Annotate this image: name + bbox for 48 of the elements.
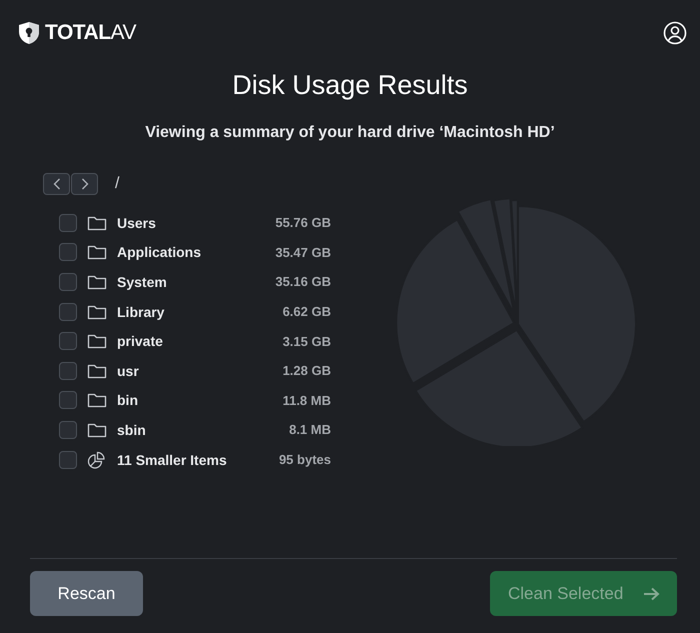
checkbox[interactable]: [59, 214, 77, 232]
arrow-right-icon: [643, 586, 660, 600]
brand-name: TOTALAV: [45, 21, 136, 45]
folder-icon: [87, 274, 107, 290]
page-subtitle: Viewing a summary of your hard drive ‘Macintosh HD’: [144, 124, 556, 142]
account-icon[interactable]: [663, 21, 687, 45]
checkbox[interactable]: [59, 391, 77, 410]
checkbox[interactable]: [59, 243, 77, 262]
item-size: 35.47 GB: [275, 244, 331, 260]
current-path: /: [115, 175, 120, 193]
item-size: 95 bytes: [278, 452, 331, 468]
chevron-right-icon: [80, 178, 88, 190]
forward-button[interactable]: [71, 173, 98, 195]
item-name[interactable]: Applications: [117, 244, 276, 260]
folder-icon: [87, 422, 107, 438]
shield-logo-icon: [18, 21, 40, 45]
checkbox[interactable]: [59, 362, 77, 380]
item-name[interactable]: private: [117, 333, 283, 350]
item-size: 11.8 MB: [282, 392, 331, 408]
item-name[interactable]: 11 Smaller Items: [117, 452, 279, 468]
folder-icon: [87, 244, 107, 260]
checkbox[interactable]: [59, 302, 77, 321]
item-size: 55.76 GB: [275, 215, 331, 230]
rescan-button[interactable]: Rescan: [30, 571, 143, 616]
pie-chart-icon: [87, 450, 106, 469]
item-size: 3.15 GB: [282, 334, 331, 349]
item-size: 8.1 MB: [289, 422, 331, 438]
item-name[interactable]: bin: [117, 392, 283, 408]
item-size: 6.62 GB: [282, 304, 331, 320]
item-name[interactable]: System: [117, 274, 276, 290]
checkbox[interactable]: [59, 420, 77, 439]
item-name[interactable]: sbin: [117, 422, 290, 438]
folder-icon: [87, 304, 107, 320]
checkbox[interactable]: [59, 332, 77, 350]
folder-icon: [87, 362, 107, 379]
checkbox[interactable]: [59, 450, 77, 469]
item-name[interactable]: Users: [117, 214, 276, 231]
folder-icon: [87, 392, 107, 408]
item-name[interactable]: Library: [117, 304, 283, 320]
item-name[interactable]: usr: [117, 362, 283, 379]
page-title: Disk Usage Results: [231, 70, 469, 101]
folder-icon: [87, 214, 107, 231]
checkbox[interactable]: [59, 272, 77, 291]
item-size: 35.16 GB: [275, 274, 331, 290]
chevron-left-icon: [52, 178, 60, 190]
item-size: 1.28 GB: [282, 363, 331, 378]
folder-icon: [87, 333, 107, 350]
back-button[interactable]: [43, 173, 70, 195]
